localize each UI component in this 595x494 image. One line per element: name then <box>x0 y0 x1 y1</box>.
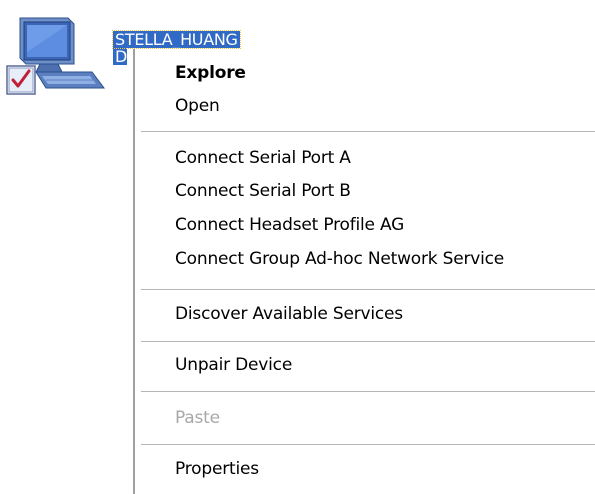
menu-item-unpair-device[interactable]: Unpair Device <box>175 355 292 375</box>
menu-separator <box>141 444 595 445</box>
bluetooth-computer-icon[interactable] <box>6 14 110 102</box>
desktop: STELLA_HUANG De Explore Open Connect Ser… <box>0 0 595 494</box>
menu-item-connect-serial-port-b[interactable]: Connect Serial Port B <box>175 181 351 201</box>
menu-item-connect-serial-port-a[interactable]: Connect Serial Port A <box>175 148 351 168</box>
device-name[interactable]: STELLA_HUANG <box>112 30 241 49</box>
menu-item-connect-headset-profile-ag[interactable]: Connect Headset Profile AG <box>175 215 404 235</box>
device-sub-label: De <box>113 48 127 65</box>
menu-separator <box>141 131 595 132</box>
menu-separator <box>141 341 595 342</box>
menu-separator <box>141 289 595 290</box>
menu-item-open[interactable]: Open <box>175 96 220 116</box>
menu-item-discover-available-services[interactable]: Discover Available Services <box>175 304 403 324</box>
menu-separator <box>141 391 595 392</box>
menu-item-connect-group-adhoc-network[interactable]: Connect Group Ad-hoc Network Service <box>175 249 504 269</box>
context-menu: Explore Open Connect Serial Port A Conne… <box>133 49 595 494</box>
menu-item-explore[interactable]: Explore <box>175 63 246 83</box>
menu-item-properties[interactable]: Properties <box>175 459 259 479</box>
menu-item-paste: Paste <box>175 408 220 428</box>
